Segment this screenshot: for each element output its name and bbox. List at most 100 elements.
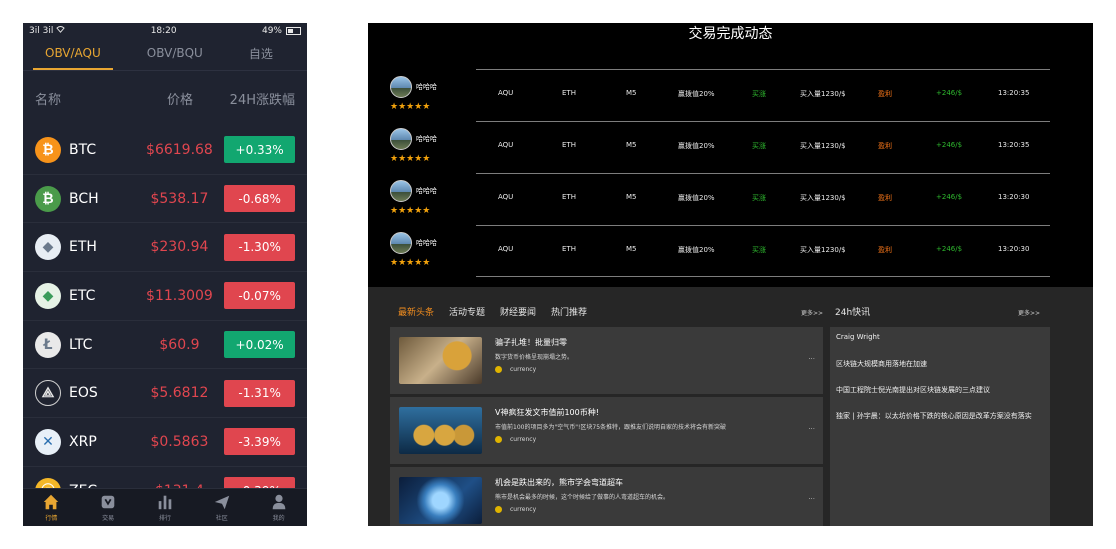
- column-price[interactable]: 价格: [135, 89, 225, 108]
- coin-row-eth[interactable]: ◆ ETH $230.94 -1.30%: [23, 223, 307, 273]
- avatar[interactable]: [390, 180, 412, 202]
- news-tag: currency: [495, 506, 536, 513]
- avatar[interactable]: [390, 232, 412, 254]
- trade-side: 买涨: [752, 246, 766, 254]
- trade-coin: ETH: [562, 193, 576, 201]
- news-tag-label: currency: [510, 506, 537, 513]
- trade-row: 哈哈哈 ★★★★★ AQU ETH M5 赢拨值20% 买涨 买入量1230/$ 盈利 +246/…: [388, 121, 1050, 173]
- avatar[interactable]: [390, 76, 412, 98]
- news-tag: currency: [495, 436, 536, 443]
- tab-finance[interactable]: 财经要闻: [500, 305, 536, 319]
- coin-name-cell: ◆ ETH: [35, 234, 135, 261]
- avatar[interactable]: [390, 128, 412, 150]
- news-card[interactable]: 机会是跌出来的，熊市学会弯道超车熊市是机会最多的时候，这个时候给了做事的人弯道超…: [390, 467, 823, 526]
- coin-symbol: BTC: [69, 141, 97, 158]
- paper-plane-icon: [214, 495, 229, 510]
- column-change[interactable]: 24H涨跌幅: [225, 89, 295, 108]
- news-title[interactable]: V神疯狂发文市值前100币种!: [495, 407, 599, 418]
- news-thumbnail[interactable]: [399, 337, 482, 384]
- coin-list: ₿ BTC $6619.68 +0.33% ₿ BCH $538.17 -0.68% ◆ ETH $…: [23, 126, 307, 516]
- trade-level: M5: [626, 245, 637, 253]
- trade-pair: AQU: [498, 193, 514, 201]
- nav-ranking[interactable]: 排行: [156, 493, 174, 522]
- divider: [476, 173, 1050, 174]
- trade-side: 买涨: [752, 90, 766, 98]
- nav-profile[interactable]: 我的: [270, 493, 288, 522]
- star-rating: ★★★★★: [390, 206, 431, 216]
- tab-hot[interactable]: 热门推荐: [551, 305, 587, 319]
- news-card[interactable]: 骗子扎堆！批量归零 数字货币价格呈现崩塌之势。 currency...: [390, 327, 823, 394]
- trade-row: 哈哈哈 ★★★★★ AQU ETH M5 赢拨值20% 买涨 买入量1230/$ 盈利 +246/…: [388, 69, 1050, 121]
- news-more-dots[interactable]: ...: [808, 423, 815, 431]
- nav-trade[interactable]: 交易: [99, 493, 117, 522]
- change-badge[interactable]: -1.31%: [224, 379, 295, 407]
- news-more-link[interactable]: 更多>>: [801, 308, 823, 319]
- signal-indicator: 3il 3il: [29, 25, 54, 36]
- tab-events[interactable]: 活动专题: [449, 305, 485, 319]
- trade-result: 盈利: [878, 142, 892, 150]
- coin-row-eos[interactable]: ⟁ EOS $5.6812 -1.31%: [23, 369, 307, 419]
- ranking-icon: [158, 495, 172, 510]
- trade-side: 买涨: [752, 194, 766, 202]
- nav-market[interactable]: 行情: [42, 493, 60, 522]
- flash-title: 24h快讯: [835, 308, 871, 318]
- coin-row-bch[interactable]: ₿ BCH $538.17 -0.68%: [23, 175, 307, 224]
- flash-more-link[interactable]: 更多>>: [1018, 308, 1040, 319]
- flash-item[interactable]: 独家 | 孙宇晨：以太坊价格下跌的核心原因是改革方案没有落实: [836, 411, 1032, 421]
- nav-community[interactable]: 社区: [213, 493, 231, 522]
- coin-name-cell: ✕ XRP: [35, 428, 135, 455]
- change-badge[interactable]: +0.33%: [224, 136, 295, 164]
- mobile-market-screen: 3il 3il 18:20 49% OBV/AQU OBV/BQU 自选 名称 …: [23, 23, 307, 526]
- trade-profit: +246/$: [936, 193, 963, 201]
- currency-tag-icon: [495, 366, 502, 373]
- bitcoin-icon: ₿: [35, 136, 61, 163]
- tab-obv-bqu[interactable]: OBV/BQU: [135, 38, 215, 70]
- change-badge[interactable]: -0.68%: [224, 185, 295, 213]
- trader-name: 哈哈哈: [416, 239, 437, 247]
- currency-tag-icon: [495, 506, 502, 513]
- currency-tag-icon: [495, 436, 502, 443]
- change-badge[interactable]: +0.02%: [224, 331, 295, 359]
- flash-item[interactable]: 中国工程院士倪光南提出对区块链发展的三点建议: [836, 385, 990, 395]
- tab-latest[interactable]: 最新头条: [398, 305, 434, 319]
- coin-row-btc[interactable]: ₿ BTC $6619.68 +0.33%: [23, 126, 307, 175]
- trade-amount: 买入量1230/$: [800, 246, 846, 254]
- column-header: 名称 价格 24H涨跌幅: [23, 71, 307, 125]
- trade-row: 哈哈哈 ★★★★★ AQU ETH M5 赢拨值20% 买涨 买入量1230/$ 盈利 +246/…: [388, 225, 1050, 277]
- trade-pair: AQU: [498, 245, 514, 253]
- change-badge[interactable]: -1.30%: [224, 233, 295, 261]
- tab-watchlist[interactable]: 自选: [237, 37, 285, 72]
- news-more-dots[interactable]: ...: [808, 353, 815, 361]
- coin-price: $11.3009: [146, 287, 213, 304]
- coin-row-ltc[interactable]: Ł LTC $60.9 +0.02%: [23, 321, 307, 370]
- ripple-icon: ✕: [35, 428, 61, 455]
- news-more-dots[interactable]: ...: [808, 493, 815, 501]
- news-thumbnail[interactable]: [399, 477, 482, 524]
- trade-level: M5: [626, 141, 637, 149]
- change-badge[interactable]: -0.07%: [224, 282, 295, 310]
- news-card[interactable]: V神疯狂发文市值前100币种! 市值前100的项目多为"空气币"!区块75条推特，…: [390, 397, 823, 464]
- news-thumbnail[interactable]: [399, 407, 482, 454]
- trade-gain-rate: 赢拨值20%: [678, 142, 715, 150]
- nav-label: 交易: [102, 515, 115, 522]
- news-summary: 熊市是机会最多的时候，这个时候给了做事的人弯道超车的机会。: [495, 494, 670, 501]
- star-rating: ★★★★★: [390, 102, 431, 112]
- bitcoin-cash-icon: ₿: [35, 185, 61, 212]
- column-name[interactable]: 名称: [35, 89, 135, 108]
- news-section: 最新头条 活动专题 财经要闻 热门推荐 更多>> 24h快讯 更多>> 骗子扎堆…: [368, 287, 1093, 526]
- nav-label: 行情: [45, 515, 58, 522]
- flash-item[interactable]: 区块链大规模商用落地在加速: [836, 359, 927, 369]
- coin-row-xrp[interactable]: ✕ XRP $0.5863 -3.39%: [23, 418, 307, 467]
- coin-price: $5.6812: [150, 385, 209, 402]
- trade-level: M5: [626, 193, 637, 201]
- tab-obv-aqu[interactable]: OBV/AQU: [33, 38, 113, 70]
- trade-gain-rate: 赢拨值20%: [678, 246, 715, 254]
- trade-profit: +246/$: [936, 245, 963, 253]
- change-badge[interactable]: -3.39%: [224, 428, 295, 456]
- trader: 哈哈哈 ★★★★★: [388, 173, 476, 225]
- news-title[interactable]: 骗子扎堆！批量归零: [495, 337, 567, 348]
- flash-item[interactable]: Craig Wright: [836, 333, 880, 341]
- bottom-nav: 行情 交易 排行 社区 我的: [23, 488, 307, 526]
- coin-row-etc[interactable]: ◆ ETC $11.3009 -0.07%: [23, 272, 307, 321]
- news-title[interactable]: 机会是跌出来的，熊市学会弯道超车: [495, 477, 623, 488]
